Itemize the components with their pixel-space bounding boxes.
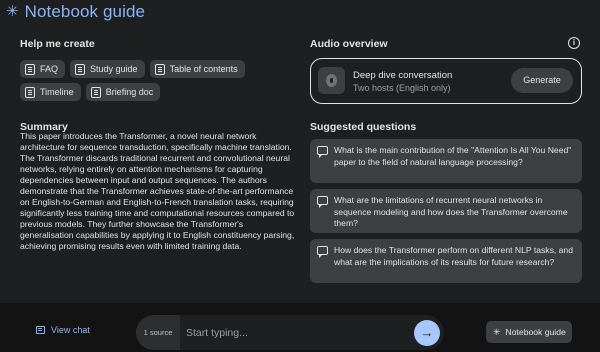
create-chips: FAQ Study guide Table of contents Timeli… xyxy=(20,60,300,106)
summary-text: This paper introduces the Transformer, a… xyxy=(20,131,295,251)
notebook-guide-panel: ✳ Notebook guide Help me create FAQ Stud… xyxy=(0,0,600,303)
audio-overview-card: Deep dive conversation Two hosts (Englis… xyxy=(310,58,582,104)
arrow-right-icon: → xyxy=(420,325,434,340)
suggested-questions-label: Suggested questions xyxy=(310,121,417,133)
study-guide-chip[interactable]: Study guide xyxy=(70,60,145,78)
document-icon xyxy=(75,63,86,75)
view-chat-label: View chat xyxy=(51,325,90,335)
suggested-question[interactable]: What is the main contribution of the "At… xyxy=(310,139,582,183)
chat-input[interactable] xyxy=(186,315,406,350)
table-of-contents-chip[interactable]: Table of contents xyxy=(149,60,245,78)
source-count-pill[interactable]: 1 source xyxy=(136,315,180,350)
audio-title: Deep dive conversation xyxy=(353,70,453,81)
generate-button[interactable]: Generate xyxy=(511,68,573,93)
timeline-chip[interactable]: Timeline xyxy=(20,83,81,101)
help-me-create-label: Help me create xyxy=(20,38,95,50)
chip-label: Briefing doc xyxy=(105,87,154,97)
suggested-question[interactable]: What are the limitations of recurrent ne… xyxy=(310,189,582,233)
audio-thumbnail xyxy=(318,67,345,94)
chip-label: Study guide xyxy=(90,64,138,74)
question-text: How does the Transformer perform on diff… xyxy=(334,245,573,267)
waveform-icon xyxy=(326,74,337,87)
document-icon xyxy=(154,63,165,75)
view-chat-button[interactable]: View chat xyxy=(36,325,90,335)
chat-input-box: 1 source → xyxy=(136,315,444,350)
question-text: What are the limitations of recurrent ne… xyxy=(334,195,568,228)
sparkle-icon: ✳ xyxy=(493,326,501,337)
chat-bubble-icon xyxy=(317,146,328,158)
document-icon xyxy=(25,63,35,75)
suggested-question[interactable]: How does the Transformer perform on diff… xyxy=(310,239,582,283)
chat-bubble-icon xyxy=(317,196,328,208)
document-icon xyxy=(25,86,35,98)
audio-overview-label: Audio overview xyxy=(310,38,388,50)
chat-icon xyxy=(36,326,45,334)
sparkle-icon: ✳ xyxy=(6,3,19,20)
chip-label: Timeline xyxy=(40,87,74,97)
panel-title: Notebook guide xyxy=(24,2,146,21)
notebook-guide-button[interactable]: ✳ Notebook guide xyxy=(486,321,572,343)
faq-chip[interactable]: FAQ xyxy=(20,60,66,78)
audio-subtitle: Two hosts (English only) xyxy=(353,83,451,93)
chip-label: FAQ xyxy=(40,64,59,74)
send-button[interactable]: → xyxy=(414,320,440,346)
briefing-doc-chip[interactable]: Briefing doc xyxy=(85,83,161,101)
chat-bubble-icon xyxy=(317,246,328,258)
chip-label: Table of contents xyxy=(169,64,238,74)
info-icon[interactable]: i xyxy=(568,37,580,49)
chat-footer: View chat 1 source → ✳ Notebook guide xyxy=(0,303,600,352)
notebook-guide-label: Notebook guide xyxy=(505,327,566,337)
document-icon xyxy=(90,86,101,98)
question-text: What is the main contribution of the "At… xyxy=(334,145,572,167)
panel-header: ✳ Notebook guide xyxy=(6,2,145,22)
